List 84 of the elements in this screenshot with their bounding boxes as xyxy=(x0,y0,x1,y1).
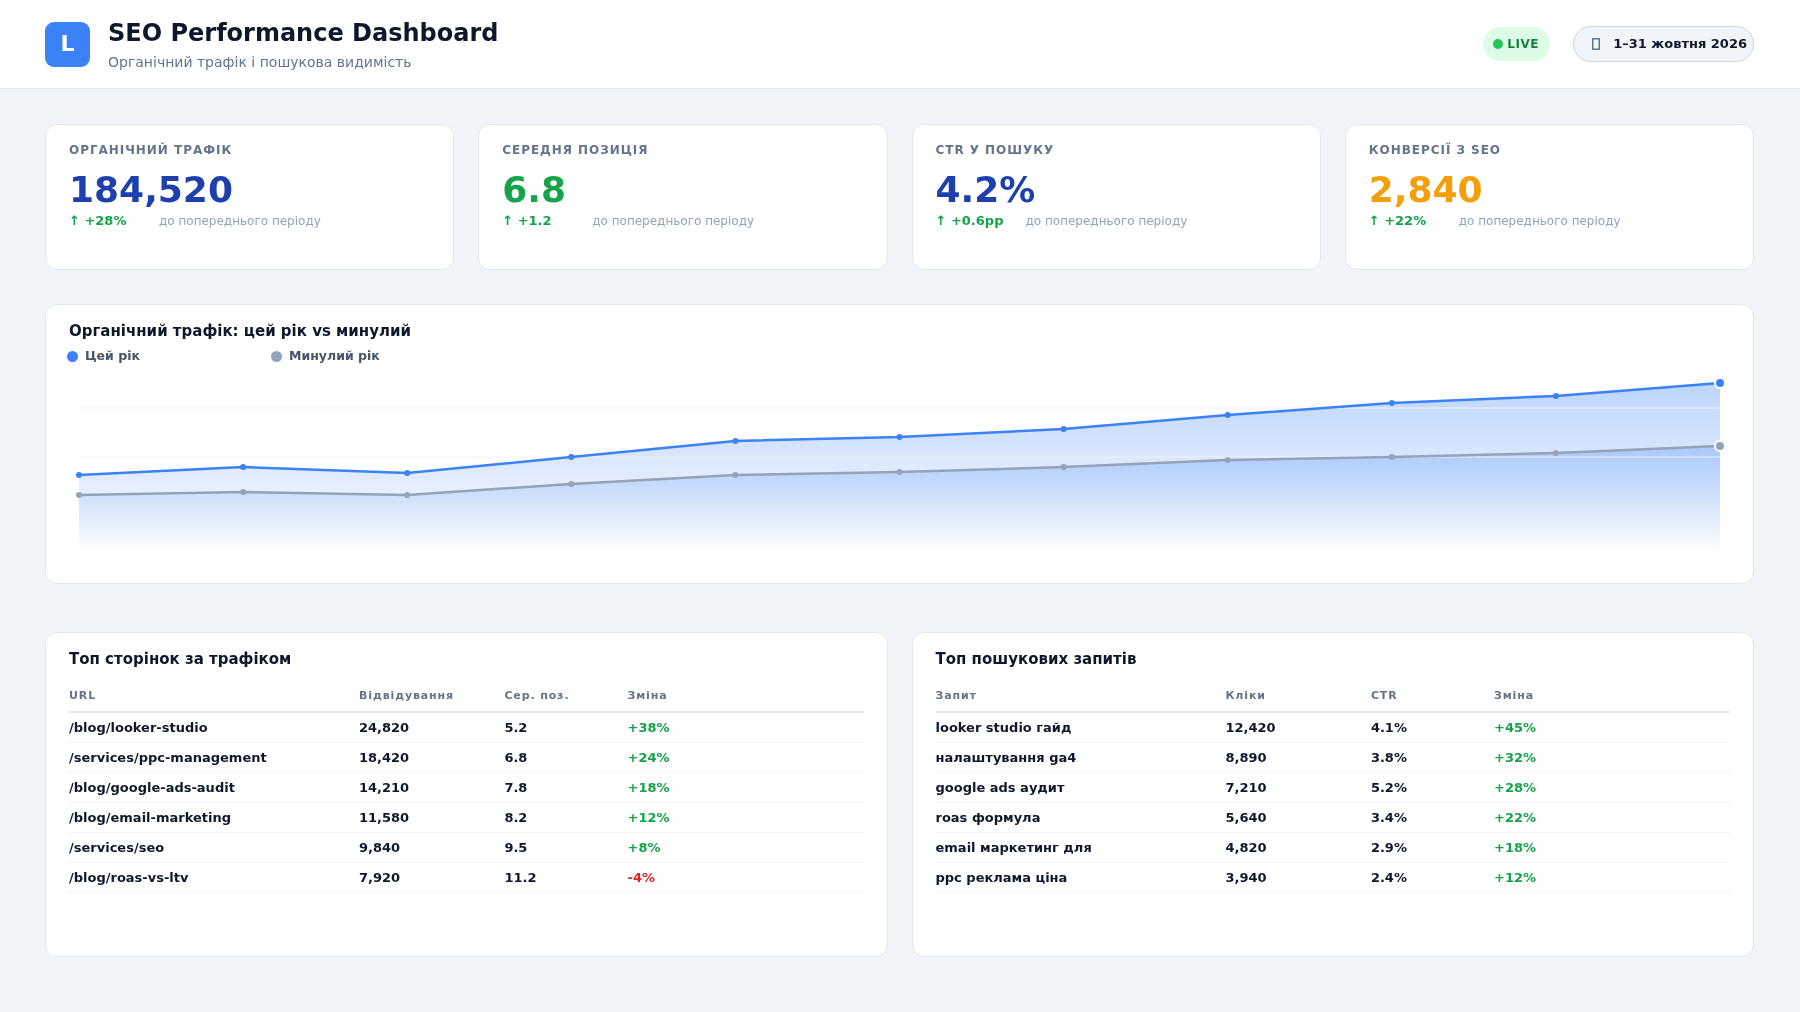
table-cell: +24% xyxy=(627,742,864,773)
table-cell: /services/ppc-management xyxy=(69,742,359,773)
table-cell: 5,640 xyxy=(1225,802,1371,833)
table-cell: 4.1% xyxy=(1370,712,1494,743)
column-header: Зміна xyxy=(627,681,864,712)
table-cell: 24,820 xyxy=(359,712,505,743)
logo: L xyxy=(45,21,90,67)
dashboard-title: SEO Performance Dashboard xyxy=(108,17,499,48)
status-dot-icon xyxy=(1493,39,1504,49)
column-header: Відвідування xyxy=(359,681,505,712)
table-cell: /blog/google-ads-audit xyxy=(69,772,359,803)
table-cell: +22% xyxy=(1494,802,1730,833)
table-cell: 5.2 xyxy=(504,712,628,743)
kpi-label: КОНВЕРСІЇ З SEO xyxy=(1368,143,1502,158)
table-cell: 6.8 xyxy=(504,742,628,773)
table-cell: 9,840 xyxy=(359,832,505,863)
table-cell: 8.2 xyxy=(504,802,628,833)
table-cell: налаштування ga4 xyxy=(935,742,1226,773)
table-cell: looker studio гайд xyxy=(935,712,1226,743)
table-cell: 12,420 xyxy=(1225,712,1371,743)
table-cell: 7,920 xyxy=(359,862,505,893)
table-cell: 3,940 xyxy=(1225,862,1371,893)
column-header: Зміна xyxy=(1494,681,1730,712)
legend-label: Минулий рік xyxy=(289,348,380,364)
table-cell: 4,820 xyxy=(1225,832,1371,863)
table-cell: 9.5 xyxy=(504,832,628,863)
table-cell: +8% xyxy=(627,832,864,863)
table-cell: 8,890 xyxy=(1225,742,1371,773)
kpi-delta: ↑ +1.2 xyxy=(502,212,553,230)
box-glyph-icon xyxy=(1592,38,1601,50)
kpi-label: ОРГАНІЧНИЙ ТРАФІК xyxy=(69,143,234,158)
kpi-value: 2,840 xyxy=(1368,170,1484,210)
table-cell: 7,210 xyxy=(1225,772,1371,803)
table-cell: -4% xyxy=(627,862,864,893)
column-header: CTR xyxy=(1370,681,1494,712)
table-cell: /services/seo xyxy=(69,832,359,863)
dashboard-subtitle: Органічний трафік і пошукова видимість xyxy=(108,52,413,71)
table-cell: /blog/email-marketing xyxy=(69,802,359,833)
table-title: Топ сторінок за трафіком xyxy=(69,649,293,669)
column-header: Сер. поз. xyxy=(504,681,628,712)
kpi-delta: ↑ +22% xyxy=(1368,212,1428,230)
table-cell: 11.2 xyxy=(504,862,628,893)
table-cell: /blog/looker-studio xyxy=(69,712,359,743)
legend-label: Цей рік xyxy=(85,348,140,364)
table-cell: +28% xyxy=(1494,772,1730,803)
table-cell: ppc реклама ціна xyxy=(935,862,1226,893)
table-cell: 2.9% xyxy=(1370,832,1494,863)
kpi-label: CTR У ПОШУКУ xyxy=(935,143,1056,158)
kpi-label: СЕРЕДНЯ ПОЗИЦІЯ xyxy=(502,143,650,158)
table-cell: +32% xyxy=(1494,742,1730,773)
table-cell: /blog/roas-vs-ltv xyxy=(69,862,359,893)
table-cell: +18% xyxy=(1494,832,1730,863)
table-cell: 11,580 xyxy=(359,802,505,833)
table-cell: 2.4% xyxy=(1370,862,1494,893)
live-label: LIVE xyxy=(1507,37,1540,51)
table-cell: roas формула xyxy=(935,802,1226,833)
comparison-note: до попереднього періоду xyxy=(159,213,321,229)
date-range-button[interactable]: 1–31 жовтня 2026 xyxy=(1573,26,1754,62)
table-cell: 7.8 xyxy=(504,772,628,803)
column-header: URL xyxy=(69,681,359,712)
kpi-value: 184,520 xyxy=(69,170,234,210)
table-cell: +45% xyxy=(1494,712,1730,743)
table-cell: 5.2% xyxy=(1370,772,1494,803)
table-cell: 14,210 xyxy=(359,772,505,803)
comparison-note: до попереднього періоду xyxy=(1025,213,1188,229)
table-cell: +18% xyxy=(627,772,864,803)
table-title: Топ пошукових запитів xyxy=(935,649,1138,669)
comparison-note: до попереднього періоду xyxy=(592,213,755,229)
kpi-delta: ↑ +28% xyxy=(69,212,128,230)
table-cell: +12% xyxy=(1494,862,1730,893)
kpi-delta: ↑ +0.6pp xyxy=(935,212,1005,230)
kpi-value: 6.8 xyxy=(502,170,568,210)
column-header: Запит xyxy=(935,681,1226,712)
table-cell: 3.8% xyxy=(1370,742,1494,773)
table-cell: google ads аудит xyxy=(935,772,1226,803)
table-cell: +12% xyxy=(627,802,864,833)
table-cell: +38% xyxy=(627,712,864,743)
column-header: Кліки xyxy=(1225,681,1371,712)
table-cell: email маркетинг для xyxy=(935,832,1226,863)
table-cell: 18,420 xyxy=(359,742,505,773)
table-cell: 3.4% xyxy=(1370,802,1494,833)
chart-title: Органічний трафік: цей рік vs минулий xyxy=(69,321,412,341)
kpi-value: 4.2% xyxy=(935,170,1037,210)
comparison-note: до попереднього періоду xyxy=(1458,213,1621,229)
